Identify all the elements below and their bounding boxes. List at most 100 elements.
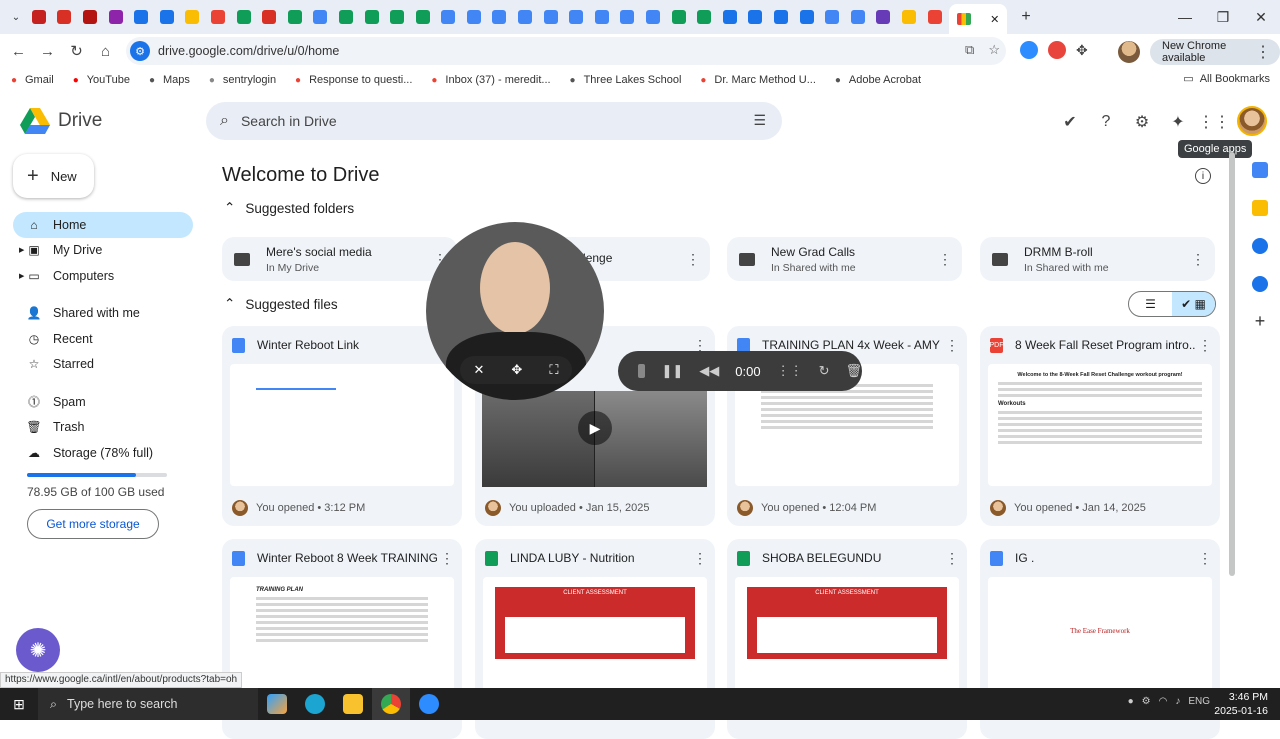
- get-more-storage-button[interactable]: Get more storage: [27, 509, 159, 539]
- more-options-icon[interactable]: ⋮: [938, 251, 952, 268]
- bookmark-star-icon[interactable]: ☆: [988, 42, 1000, 58]
- more-options-icon[interactable]: ⋮: [945, 550, 959, 567]
- windows-start-icon[interactable]: ⊞: [0, 688, 38, 720]
- browser-tab[interactable]: [26, 2, 52, 32]
- browser-tab[interactable]: [871, 2, 897, 32]
- more-options-icon[interactable]: ⋮: [945, 337, 959, 354]
- browser-tab[interactable]: [154, 2, 180, 32]
- home-icon[interactable]: ⌂: [91, 36, 120, 66]
- more-options-icon[interactable]: ⋮: [1198, 337, 1212, 354]
- browser-tab[interactable]: [615, 2, 641, 32]
- settings-gear-icon[interactable]: ⚙: [1130, 110, 1154, 134]
- back-icon[interactable]: ←: [4, 36, 33, 66]
- add-addon-icon[interactable]: +: [1252, 312, 1268, 330]
- google-apps-icon[interactable]: ⋮⋮: [1198, 110, 1230, 134]
- maximize-icon[interactable]: ❐: [1204, 0, 1242, 34]
- tab-search-button[interactable]: ⌄: [6, 2, 26, 32]
- more-options-icon[interactable]: ⋮: [1198, 550, 1212, 567]
- gemini-sparkle-icon[interactable]: ✦: [1166, 110, 1190, 134]
- suggested-folders-toggle[interactable]: ⌃ Suggested folders: [224, 200, 354, 216]
- copilot-icon[interactable]: [258, 688, 296, 720]
- address-bar[interactable]: ⚙ drive.google.com/drive/u/0/home ⧉ ☆: [126, 37, 1006, 65]
- sidebar-item-recent[interactable]: ◷ Recent: [13, 326, 193, 352]
- more-options-icon[interactable]: ⋮: [686, 251, 700, 268]
- browser-tab[interactable]: [666, 2, 692, 32]
- active-tab[interactable]: ✕: [949, 4, 1008, 34]
- close-webcam-icon[interactable]: ✕: [474, 362, 485, 378]
- edge-icon[interactable]: [296, 688, 334, 720]
- assistant-launcher-icon[interactable]: ✺: [16, 628, 60, 672]
- browser-tab[interactable]: [180, 2, 206, 32]
- browser-tab[interactable]: [563, 2, 589, 32]
- tray-settings-icon[interactable]: ⚙: [1142, 696, 1151, 707]
- drive-logo[interactable]: Drive: [20, 108, 102, 134]
- sidebar-item-my-drive[interactable]: ▶ ▣ My Drive: [13, 238, 193, 264]
- bookmark-item[interactable]: ● Adobe Acrobat: [832, 74, 921, 86]
- list-view-icon[interactable]: ☰: [1129, 292, 1172, 316]
- more-options-icon[interactable]: ⋮: [693, 550, 707, 567]
- browser-tab[interactable]: [103, 2, 129, 32]
- browser-tab[interactable]: [333, 2, 359, 32]
- video-thumbnail[interactable]: ▶: [482, 391, 707, 487]
- move-handle-icon[interactable]: ✥: [511, 362, 522, 378]
- file-explorer-icon[interactable]: [334, 688, 372, 720]
- suggested-files-toggle[interactable]: ⌃ Suggested files: [224, 296, 338, 312]
- caret-right-icon[interactable]: ▶: [19, 246, 24, 254]
- sidebar-item-storage-78-full[interactable]: ☁ Storage (78% full): [13, 440, 193, 466]
- rewind-icon[interactable]: ◀◀: [699, 363, 719, 379]
- browser-tab[interactable]: [922, 2, 948, 32]
- stop-recording-icon[interactable]: [638, 364, 646, 378]
- browser-tab[interactable]: [589, 2, 615, 32]
- browser-tab[interactable]: [308, 2, 334, 32]
- play-icon[interactable]: ▶: [578, 411, 612, 445]
- drive-search-bar[interactable]: ⌕ Search in Drive ☰: [206, 102, 782, 140]
- browser-tab[interactable]: [743, 2, 769, 32]
- zoom-taskbar-icon[interactable]: [410, 688, 448, 720]
- bookmark-item[interactable]: ● Dr. Marc Method U...: [697, 74, 816, 86]
- folder-card[interactable]: DRMM B-roll In Shared with me ⋮: [980, 237, 1215, 281]
- browser-tab[interactable]: [205, 2, 231, 32]
- tray-language[interactable]: ENG: [1188, 696, 1210, 707]
- browser-tab[interactable]: [640, 2, 666, 32]
- browser-tab[interactable]: [231, 2, 257, 32]
- contacts-icon[interactable]: [1252, 276, 1268, 292]
- browser-tab[interactable]: [128, 2, 154, 32]
- browser-tab[interactable]: [717, 2, 743, 32]
- main-scrollbar[interactable]: [1229, 152, 1235, 576]
- bookmark-item[interactable]: ● Inbox (37) - meredit...: [428, 74, 550, 86]
- browser-tab[interactable]: [691, 2, 717, 32]
- bookmark-item[interactable]: ● Gmail: [8, 74, 54, 86]
- zoom-extension-icon[interactable]: [1020, 41, 1038, 59]
- tasks-icon[interactable]: [1252, 238, 1268, 254]
- taskbar-search[interactable]: ⌕ Type here to search: [38, 688, 258, 720]
- close-window-icon[interactable]: ✕: [1242, 0, 1280, 34]
- grid-view-icon[interactable]: ✔ ▦: [1172, 292, 1215, 316]
- reload-icon[interactable]: ↻: [62, 36, 91, 66]
- browser-tab[interactable]: [436, 2, 462, 32]
- sidebar-item-home[interactable]: ⌂ Home: [13, 212, 193, 238]
- account-avatar[interactable]: [1237, 106, 1267, 136]
- delete-recording-icon[interactable]: 🗑: [845, 363, 862, 379]
- search-icon[interactable]: ⌕: [220, 112, 229, 130]
- pause-icon[interactable]: ❚❚: [661, 363, 683, 379]
- bookmark-item[interactable]: ● YouTube: [70, 74, 130, 86]
- keep-icon[interactable]: [1252, 200, 1268, 216]
- tray-wifi-icon[interactable]: ◠: [1159, 696, 1168, 707]
- forward-icon[interactable]: →: [33, 36, 62, 66]
- browser-tab[interactable]: [768, 2, 794, 32]
- browser-tab[interactable]: [794, 2, 820, 32]
- drag-grid-icon[interactable]: ⋮⋮: [777, 363, 803, 379]
- bookmark-item[interactable]: ● sentrylogin: [206, 74, 276, 86]
- sidebar-item-trash[interactable]: 🗑 Trash: [13, 415, 193, 441]
- new-tab-button[interactable]: +: [1021, 8, 1030, 26]
- browser-tab[interactable]: [282, 2, 308, 32]
- folder-card[interactable]: New Grad Calls In Shared with me ⋮: [727, 237, 962, 281]
- browser-tab[interactable]: [256, 2, 282, 32]
- more-options-icon[interactable]: ⋮: [440, 550, 454, 567]
- minimize-icon[interactable]: —: [1166, 0, 1204, 34]
- browser-tab[interactable]: [410, 2, 436, 32]
- taskbar-clock[interactable]: 3:46 PM 2025-01-16: [1214, 690, 1268, 718]
- browser-tab[interactable]: [77, 2, 103, 32]
- new-button[interactable]: + New: [13, 154, 94, 198]
- chrome-menu-icon[interactable]: ⋮: [1255, 42, 1271, 62]
